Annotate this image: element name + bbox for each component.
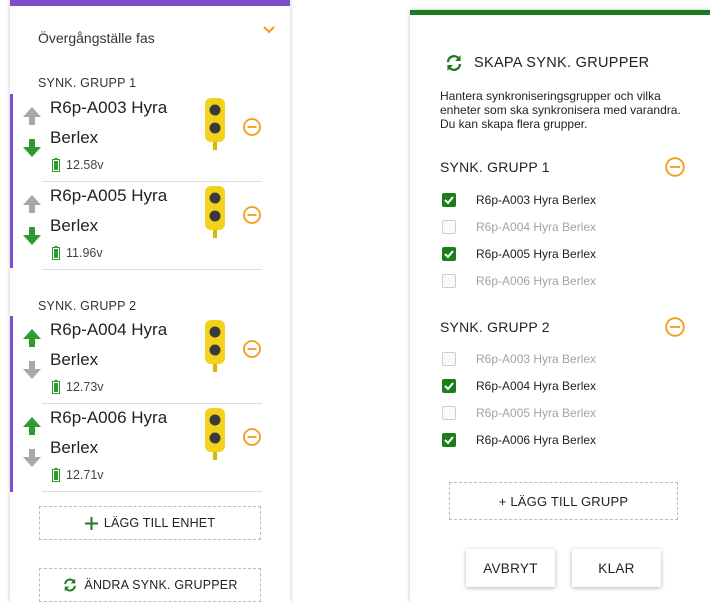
remove-device-icon[interactable] <box>243 118 261 136</box>
group-title: SYNK. GRUPP 2 <box>38 299 137 313</box>
traffic-light-icon <box>205 408 225 460</box>
group-device-checkbox-row[interactable]: R6p-A005 Hyra Berlex <box>440 245 680 263</box>
device-panel: Övergångställe fas SYNK. GRUPP 1 R6p-A00… <box>10 0 290 602</box>
checkbox-unchecked[interactable] <box>442 352 456 366</box>
group-device-checkbox-row[interactable]: R6p-A004 Hyra Berlex <box>440 377 680 395</box>
checkbox-label: R6p-A006 Hyra Berlex <box>476 274 597 288</box>
device-name: R6p-A005 Hyra <box>50 186 168 205</box>
arrow-up-icon[interactable] <box>22 106 42 126</box>
add-group-label: + LÄGG TILL GRUPP <box>498 493 629 509</box>
checkbox-label: R6p-A005 Hyra Berlex <box>476 406 597 420</box>
device-name-cont: Berlex <box>50 350 99 369</box>
group-title: SYNK. GRUPP 1 <box>38 76 137 90</box>
sync-icon <box>62 577 78 593</box>
device-row: R6p-A005 Hyra Berlex 11.96v <box>10 184 290 272</box>
device-name-cont: Berlex <box>50 128 99 147</box>
traffic-light-icon <box>205 320 225 372</box>
group-device-checkbox-row[interactable]: R6p-A006 Hyra Berlex <box>440 272 680 290</box>
checkbox-checked[interactable] <box>442 247 456 261</box>
checkbox-label: R6p-A004 Hyra Berlex <box>476 220 597 234</box>
remove-group-icon[interactable] <box>665 157 685 177</box>
edit-sync-groups-label: ÄNDRA SYNK. GRUPPER <box>84 578 238 592</box>
battery-voltage: 11.96v <box>66 246 103 260</box>
battery-icon <box>52 158 60 172</box>
dialog-title: SKAPA SYNK. GRUPPER <box>474 55 650 71</box>
remove-device-icon[interactable] <box>243 428 261 446</box>
remove-device-icon[interactable] <box>243 340 261 358</box>
battery-icon <box>52 246 60 260</box>
done-button[interactable]: KLAR <box>572 549 661 587</box>
group-title: SYNK. GRUPP 2 <box>440 319 550 335</box>
phase-title: Övergångställe fas <box>38 30 155 46</box>
divider <box>42 181 262 182</box>
battery-icon <box>52 380 60 394</box>
checkbox-label: R6p-A005 Hyra Berlex <box>476 247 597 261</box>
arrow-up-icon[interactable] <box>22 416 42 436</box>
remove-group-icon[interactable] <box>665 317 685 337</box>
device-row: R6p-A006 Hyra Berlex 12.71v <box>10 406 290 494</box>
arrow-down-icon[interactable] <box>22 360 42 380</box>
checkbox-checked[interactable] <box>442 379 456 393</box>
checkbox-checked[interactable] <box>442 193 456 207</box>
arrow-down-icon[interactable] <box>22 448 42 468</box>
group-title: SYNK. GRUPP 1 <box>440 159 550 175</box>
cancel-label: AVBRYT <box>483 560 538 576</box>
group-device-checkbox-row[interactable]: R6p-A003 Hyra Berlex <box>440 191 680 209</box>
plus-icon <box>84 516 98 530</box>
device-name: R6p-A003 Hyra <box>50 98 168 117</box>
group-device-checkbox-row[interactable]: R6p-A005 Hyra Berlex <box>440 404 680 422</box>
divider <box>42 269 262 270</box>
arrow-up-icon[interactable] <box>22 194 42 214</box>
checkbox-checked[interactable] <box>442 433 456 447</box>
checkbox-label: R6p-A004 Hyra Berlex <box>476 379 597 393</box>
chevron-down-icon[interactable] <box>262 22 276 36</box>
device-name-cont: Berlex <box>50 438 99 457</box>
arrow-down-icon[interactable] <box>22 226 42 246</box>
group-device-checkbox-row[interactable]: R6p-A003 Hyra Berlex <box>440 350 680 368</box>
cancel-button[interactable]: AVBRYT <box>466 549 555 587</box>
create-sync-groups-dialog: SKAPA SYNK. GRUPPER Hantera synkroniseri… <box>410 10 710 602</box>
checkbox-unchecked[interactable] <box>442 220 456 234</box>
remove-device-icon[interactable] <box>243 206 261 224</box>
group-device-checkbox-row[interactable]: R6p-A006 Hyra Berlex <box>440 431 680 449</box>
group-device-checkbox-row[interactable]: R6p-A004 Hyra Berlex <box>440 218 680 236</box>
device-row: R6p-A003 Hyra Berlex 12.58v <box>10 96 290 184</box>
add-group-button[interactable]: + LÄGG TILL GRUPP <box>449 482 678 520</box>
checkbox-label: R6p-A006 Hyra Berlex <box>476 433 597 447</box>
battery-voltage: 12.71v <box>66 468 104 482</box>
arrow-up-icon[interactable] <box>22 328 42 348</box>
battery-voltage: 12.58v <box>66 158 104 172</box>
device-name: R6p-A006 Hyra <box>50 408 168 427</box>
traffic-light-icon <box>205 186 225 238</box>
add-device-label: LÄGG TILL ENHET <box>103 516 216 530</box>
checkbox-unchecked[interactable] <box>442 274 456 288</box>
battery-icon <box>52 468 60 482</box>
sync-icon <box>446 54 462 72</box>
done-label: KLAR <box>598 560 635 576</box>
device-name: R6p-A004 Hyra <box>50 320 168 339</box>
divider <box>42 491 262 492</box>
checkbox-unchecked[interactable] <box>442 406 456 420</box>
traffic-light-icon <box>205 98 225 150</box>
checkbox-label: R6p-A003 Hyra Berlex <box>476 352 597 366</box>
device-row: R6p-A004 Hyra Berlex 12.73v <box>10 318 290 406</box>
arrow-down-icon[interactable] <box>22 138 42 158</box>
dialog-description: Hantera synkroniseringsgrupper och vilka… <box>440 89 681 131</box>
battery-voltage: 12.73v <box>66 380 104 394</box>
device-name-cont: Berlex <box>50 216 99 235</box>
add-device-button[interactable]: LÄGG TILL ENHET <box>39 506 261 540</box>
edit-sync-groups-button[interactable]: ÄNDRA SYNK. GRUPPER <box>39 568 261 602</box>
divider <box>42 403 262 404</box>
checkbox-label: R6p-A003 Hyra Berlex <box>476 193 597 207</box>
